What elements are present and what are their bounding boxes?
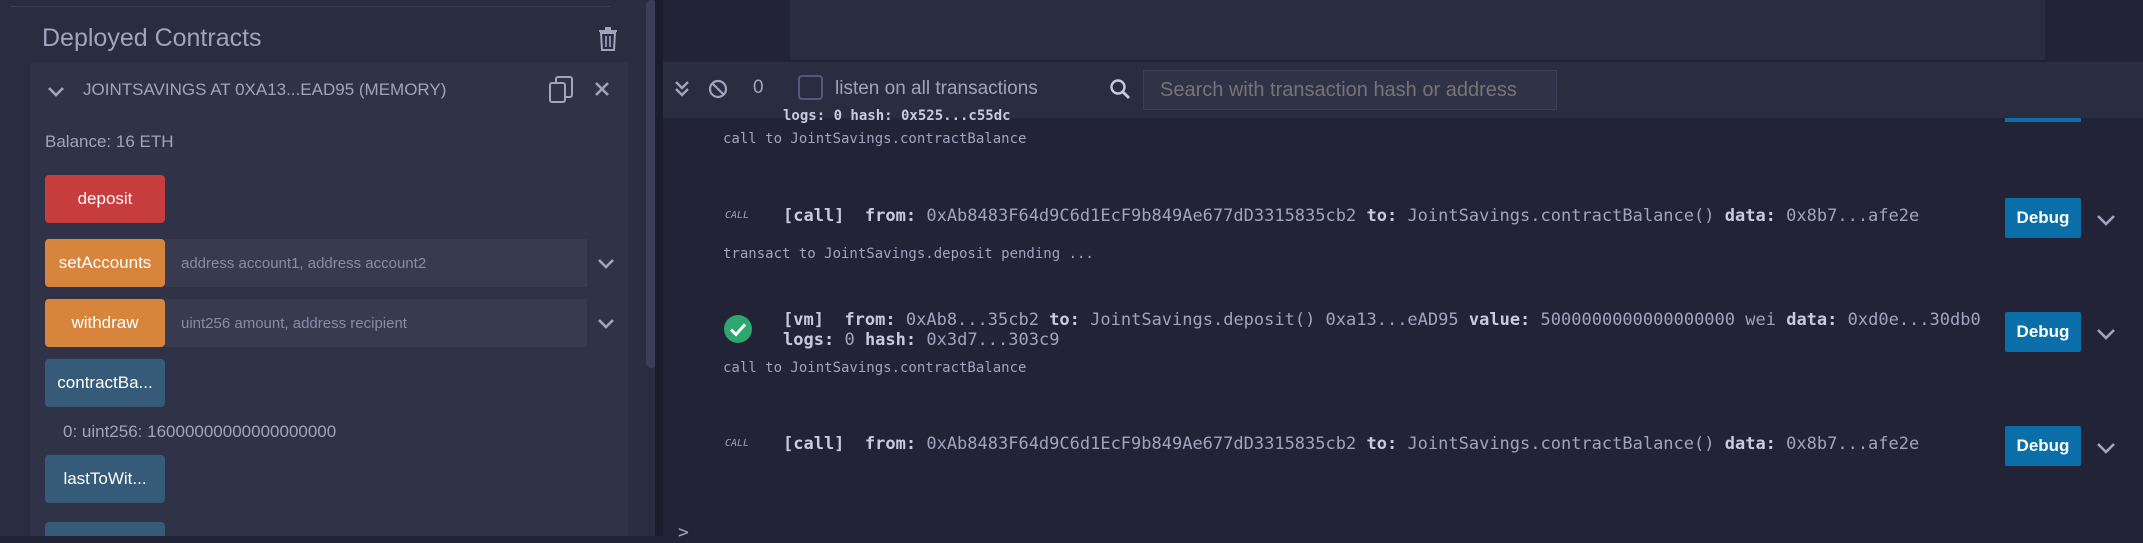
tx-call-line[interactable]: [call] from: 0xAb8483F64d9C6d1EcF9b849Ae… — [783, 206, 1919, 226]
deposit-button[interactable]: deposit — [45, 175, 165, 223]
listen-label[interactable]: listen on all transactions — [835, 78, 1038, 100]
chevron-down-icon[interactable] — [2095, 327, 2117, 341]
debug-button[interactable]: Debug — [2005, 312, 2081, 352]
contract-instance: JOINTSAVINGS AT 0XA13...EAD95 (MEMORY) B… — [30, 62, 628, 536]
terminal-log: logs: 0 hash: 0x525...c55dc call to Join… — [663, 108, 2143, 543]
tx-vm-line[interactable]: [vm] from: 0xAb8...35cb2 to: JointSaving… — [783, 310, 1981, 330]
setaccounts-button[interactable]: setAccounts — [45, 239, 165, 287]
balance-text: Balance: 16 ETH — [45, 132, 174, 151]
lasttowithdraw-button[interactable]: lastToWit... — [45, 455, 165, 503]
chevron-down-icon[interactable] — [46, 84, 66, 100]
debug-button[interactable] — [2005, 118, 2081, 122]
log-info: call to JointSavings.contractBalance — [723, 131, 1027, 147]
search-icon — [1110, 79, 1130, 99]
panel-top-divider — [10, 0, 610, 7]
log-info: transact to JointSavings.deposit pending… — [723, 246, 1094, 262]
close-icon[interactable] — [593, 80, 611, 98]
tx-vm-line-2[interactable]: logs: 0 hash: 0x3d7...303c9 — [783, 330, 1059, 350]
log-partial: logs: 0 hash: 0x525...c55dc — [783, 108, 1011, 124]
copy-icon[interactable] — [548, 76, 574, 104]
contractbalance-button[interactable]: contractBa... — [45, 359, 165, 407]
tx-call-line[interactable]: [call] from: 0xAb8483F64d9C6d1EcF9b849Ae… — [783, 434, 1919, 454]
trash-icon[interactable] — [597, 26, 619, 52]
setaccounts-input[interactable]: address account1, address account2 — [165, 239, 587, 287]
panel-resizer[interactable] — [655, 0, 663, 536]
double-chevron-down-icon[interactable] — [673, 79, 691, 99]
deployed-contracts-title: Deployed Contracts — [42, 24, 262, 52]
ban-icon[interactable] — [708, 79, 728, 99]
scrollbar-thumb[interactable] — [646, 0, 655, 368]
call-badge: CALL — [725, 438, 750, 449]
debug-button[interactable]: Debug — [2005, 426, 2081, 466]
editor-content — [790, 0, 2045, 60]
instance-title[interactable]: JOINTSAVINGS AT 0XA13...EAD95 (MEMORY) — [83, 80, 446, 100]
next-function-button[interactable] — [45, 522, 165, 536]
terminal-prompt[interactable]: > — [678, 522, 689, 543]
withdraw-button[interactable]: withdraw — [45, 299, 165, 347]
call-badge: CALL — [725, 210, 750, 221]
withdraw-input[interactable]: uint256 amount, address recipient — [165, 299, 587, 347]
listen-checkbox[interactable] — [798, 75, 823, 100]
call-output: 0: uint256: 16000000000000000000 — [63, 422, 337, 441]
debug-button[interactable]: Debug — [2005, 198, 2081, 238]
pending-count: 0 — [753, 77, 764, 98]
deploy-run-panel: Deployed Contracts JOINTSAVINGS AT 0XA13… — [0, 0, 655, 536]
log-info: call to JointSavings.contractBalance — [723, 360, 1027, 376]
chevron-down-icon[interactable] — [2095, 441, 2117, 455]
search-input[interactable] — [1143, 70, 1557, 110]
chevron-down-icon[interactable] — [596, 317, 616, 331]
check-circle-icon — [724, 315, 752, 343]
chevron-down-icon[interactable] — [596, 257, 616, 271]
chevron-down-icon[interactable] — [2095, 213, 2117, 227]
